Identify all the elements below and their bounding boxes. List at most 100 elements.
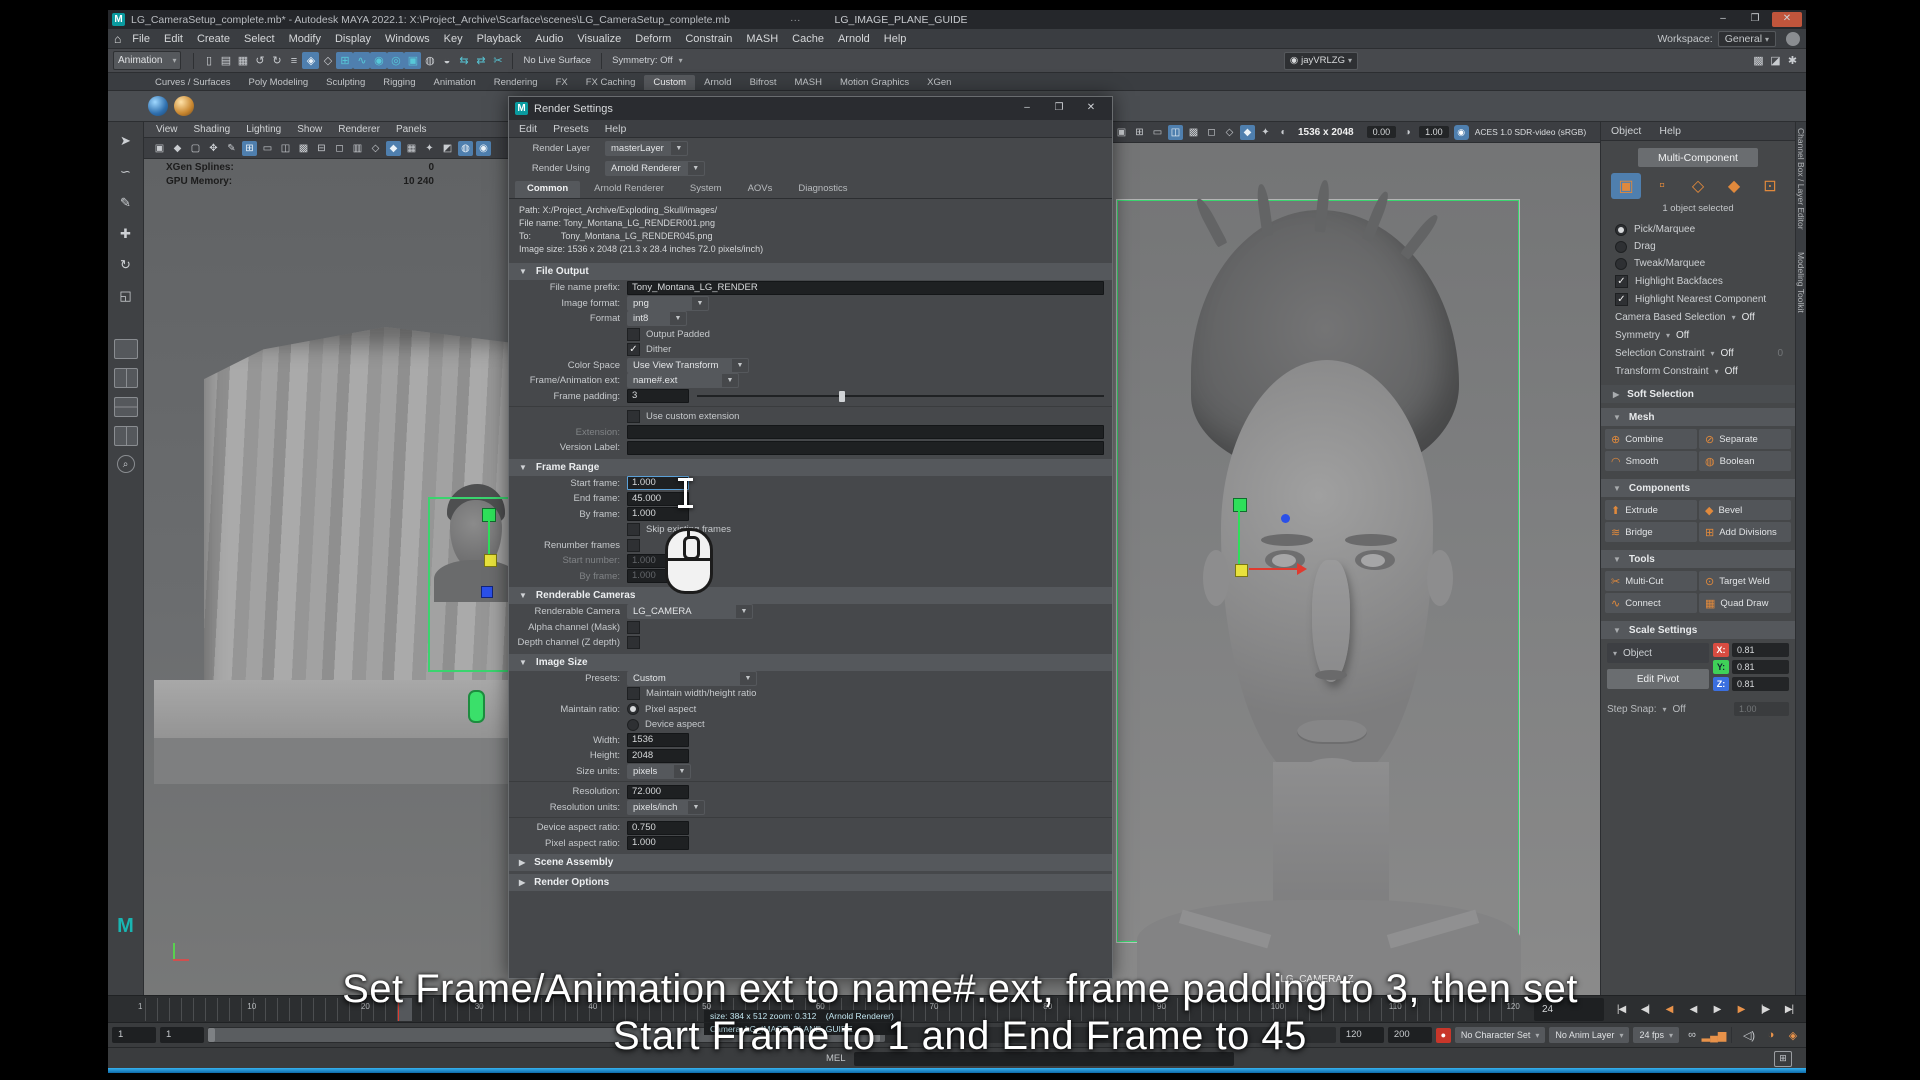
new-scene-icon[interactable]: ▯ xyxy=(200,52,217,69)
symmetry-dropdown[interactable]: Symmetry ▾ Off xyxy=(1601,326,1795,344)
snap-to-curves-icon[interactable]: ∿ xyxy=(353,52,370,69)
layout-three-pane-button[interactable] xyxy=(114,426,138,446)
format-dropdown[interactable]: int8▼ xyxy=(627,311,687,326)
bookmark-icon[interactable]: ◆ xyxy=(170,141,185,156)
dialog-tab[interactable]: System xyxy=(678,181,734,198)
film-gate-icon[interactable]: ▭ xyxy=(260,141,275,156)
bevel-button[interactable]: ◆ Bevel xyxy=(1699,500,1791,520)
field-chart-icon[interactable]: ⊟ xyxy=(314,141,329,156)
wireframe-icon[interactable]: ◇ xyxy=(368,141,383,156)
menu-item[interactable]: MASH xyxy=(739,33,785,45)
highlight-checkbox[interactable]: Highlight Backfaces xyxy=(1601,272,1795,290)
no-live-surface-label[interactable]: No Live Surface xyxy=(519,55,595,66)
render-settings-icon[interactable]: ✱ xyxy=(1784,52,1801,69)
output-connections-icon[interactable]: ⇄ xyxy=(472,52,489,69)
dialog-menu-item[interactable]: Edit xyxy=(519,123,537,135)
render-using-dropdown[interactable]: Arnold Renderer▼ xyxy=(605,161,705,176)
layout-single-pane-button[interactable] xyxy=(114,339,138,359)
gamma-field[interactable]: 1.00 xyxy=(1419,126,1449,138)
manipulator-center-handle[interactable] xyxy=(484,554,497,567)
scale-settings-section[interactable]: ▼ Scale Settings xyxy=(1601,621,1795,639)
scale-x-field[interactable]: 0.81 xyxy=(1732,643,1789,657)
highlight-checkbox[interactable]: Highlight Nearest Component xyxy=(1601,290,1795,308)
edge-mode-icon[interactable]: ◇ xyxy=(1683,173,1713,199)
mesh-section[interactable]: ▼ Mesh xyxy=(1601,408,1795,426)
image-size-section[interactable]: ▼Image Size xyxy=(509,654,1112,671)
skip-existing-frames-checkbox[interactable] xyxy=(627,523,640,536)
menu-item[interactable]: Playback xyxy=(470,33,529,45)
presets-dropdown[interactable]: Custom▼ xyxy=(627,671,757,686)
gate-mask-icon[interactable]: ▩ xyxy=(296,141,311,156)
image-format-dropdown[interactable]: png▼ xyxy=(627,296,709,311)
layout-two-pane-button[interactable] xyxy=(114,368,138,388)
device-aspect-ratio-input[interactable]: 0.750 xyxy=(627,821,689,835)
safe-action-icon[interactable]: ◻ xyxy=(332,141,347,156)
menu-item[interactable]: Visualize xyxy=(570,33,628,45)
use-custom-extension-checkbox[interactable] xyxy=(627,410,640,423)
selection-mode-radio[interactable]: Pick/Marquee xyxy=(1601,221,1795,238)
multi-component-button[interactable]: Multi-Component xyxy=(1638,148,1758,167)
select-by-component-icon[interactable]: ◇ xyxy=(319,52,336,69)
face-mode-icon[interactable]: ◆ xyxy=(1719,173,1749,199)
select-by-object-icon[interactable]: ◈ xyxy=(302,52,319,69)
manipulator-y-handle[interactable] xyxy=(1233,498,1247,512)
version-label-input[interactable] xyxy=(627,441,1104,455)
width-input[interactable]: 1536 xyxy=(627,733,689,747)
snap-to-projected-center-icon[interactable]: ◎ xyxy=(387,52,404,69)
add-divisions-button[interactable]: ⊞ Add Divisions xyxy=(1699,522,1791,542)
by-frame-input[interactable]: 1.000 xyxy=(627,507,689,521)
textured-icon[interactable]: ▦ xyxy=(404,141,419,156)
manipulator-x-arrow[interactable] xyxy=(1297,563,1307,575)
viewport-menu-item[interactable]: Renderer xyxy=(338,124,380,135)
edit-pivot-button[interactable]: Edit Pivot xyxy=(1607,669,1709,689)
undo-icon[interactable]: ↺ xyxy=(251,52,268,69)
sidebar-vertical-tab[interactable]: Modeling Toolkit xyxy=(1796,252,1806,313)
toolkit-menu-item[interactable]: Object xyxy=(1611,125,1641,137)
maximize-button[interactable]: ❐ xyxy=(1740,12,1770,27)
transform-constraint-dropdown[interactable]: Transform Constraint ▾ Off xyxy=(1601,362,1795,380)
size-units-dropdown[interactable]: pixels▼ xyxy=(627,764,691,779)
extrude-button[interactable]: ⬆ Extrude xyxy=(1605,500,1697,520)
device-aspect-radio[interactable] xyxy=(627,719,639,731)
home-icon[interactable]: ⌂ xyxy=(114,32,121,46)
move-tool-icon[interactable]: ✚ xyxy=(115,223,137,245)
menu-item[interactable]: Constrain xyxy=(678,33,739,45)
character-set-field[interactable]: ◉ jayVRLZG ▾ xyxy=(1284,52,1358,70)
lock-icon[interactable]: ◒ xyxy=(438,52,455,69)
render-options-section[interactable]: ▶Render Options xyxy=(509,874,1112,891)
selection-constraint-dropdown[interactable]: Selection Constraint ▾ Off 0 xyxy=(1601,344,1795,362)
safe-action-icon[interactable]: ◻ xyxy=(1204,125,1219,140)
gate-mask-icon[interactable]: ▩ xyxy=(1186,125,1201,140)
uv-mode-icon[interactable]: ⊡ xyxy=(1755,173,1785,199)
camera-icon[interactable]: ▣ xyxy=(152,141,167,156)
redo-icon[interactable]: ↻ xyxy=(268,52,285,69)
viewport-menu-item[interactable]: Shading xyxy=(194,124,231,135)
colorspace-label[interactable]: ACES 1.0 SDR-video (sRGB) xyxy=(1475,127,1586,137)
shelf-tab[interactable]: Arnold xyxy=(695,75,740,90)
two-d-pan-icon[interactable]: ✥ xyxy=(206,141,221,156)
smooth-button[interactable]: ◠ Smooth xyxy=(1605,451,1697,471)
user-account-icon[interactable] xyxy=(1786,32,1800,46)
renumber-frames-checkbox[interactable] xyxy=(627,539,640,552)
dialog-tab[interactable]: Diagnostics xyxy=(786,181,859,198)
shelf-tool-icon[interactable] xyxy=(174,96,194,116)
slider-handle[interactable] xyxy=(839,391,845,402)
depth-channel-checkbox[interactable] xyxy=(627,636,640,649)
close-button[interactable]: ✕ xyxy=(1772,12,1802,27)
minimize-button[interactable]: – xyxy=(1708,12,1738,27)
pixel-aspect-radio[interactable] xyxy=(627,703,639,715)
multi-cut-button[interactable]: ✂ Multi-Cut xyxy=(1605,571,1697,591)
render-layer-dropdown[interactable]: masterLayer▼ xyxy=(605,141,688,156)
renderable-camera-dropdown[interactable]: LG_CAMERA▼ xyxy=(627,604,753,619)
film-gate-icon[interactable]: ▭ xyxy=(1150,125,1165,140)
open-scene-icon[interactable]: ▤ xyxy=(217,52,234,69)
scale-tool-icon[interactable]: ◱ xyxy=(115,285,137,307)
maintain-ratio-checkbox[interactable] xyxy=(627,687,640,700)
select-by-hierarchy-icon[interactable]: ≡ xyxy=(285,52,302,69)
viewport-menu-item[interactable]: Panels xyxy=(396,124,427,135)
image-plane-icon[interactable]: ▢ xyxy=(188,141,203,156)
resolution-units-dropdown[interactable]: pixels/inch▼ xyxy=(627,800,705,815)
selection-mode-radio[interactable]: Tweak/Marquee xyxy=(1601,255,1795,272)
save-scene-icon[interactable]: ▦ xyxy=(234,52,251,69)
shelf-tab[interactable]: Rigging xyxy=(374,75,424,90)
